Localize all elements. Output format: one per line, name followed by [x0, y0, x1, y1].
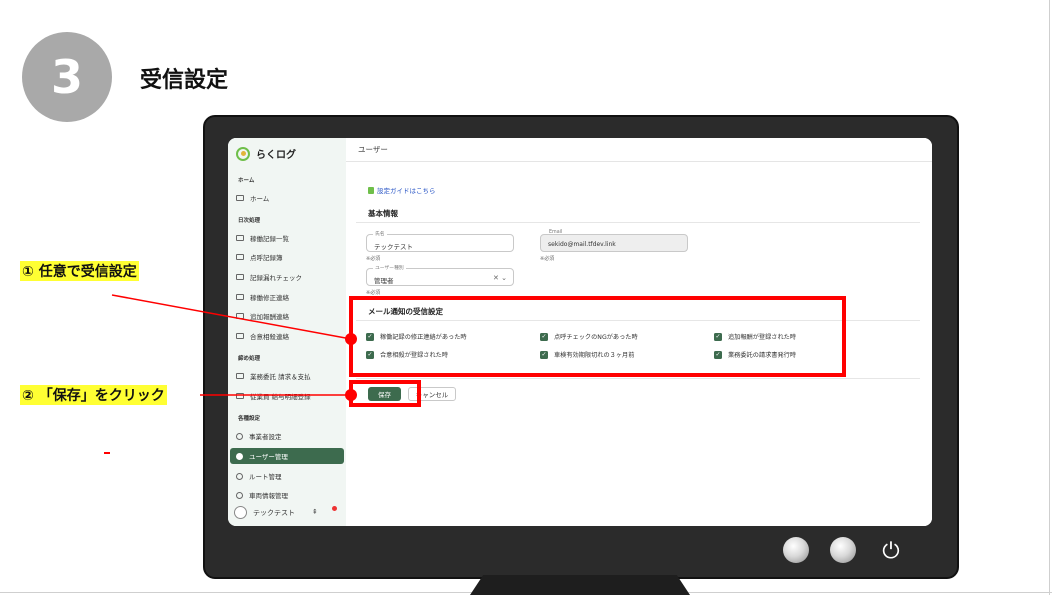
callout-1-label: ① 任意で受信設定: [20, 261, 139, 281]
callout-1-dot: [345, 333, 357, 345]
callout-2-label: ② 「保存」をクリック: [20, 385, 167, 405]
callout-lines: [111, 294, 352, 396]
stray-red-mark: [104, 452, 110, 454]
callout-2-dot: [345, 389, 357, 401]
